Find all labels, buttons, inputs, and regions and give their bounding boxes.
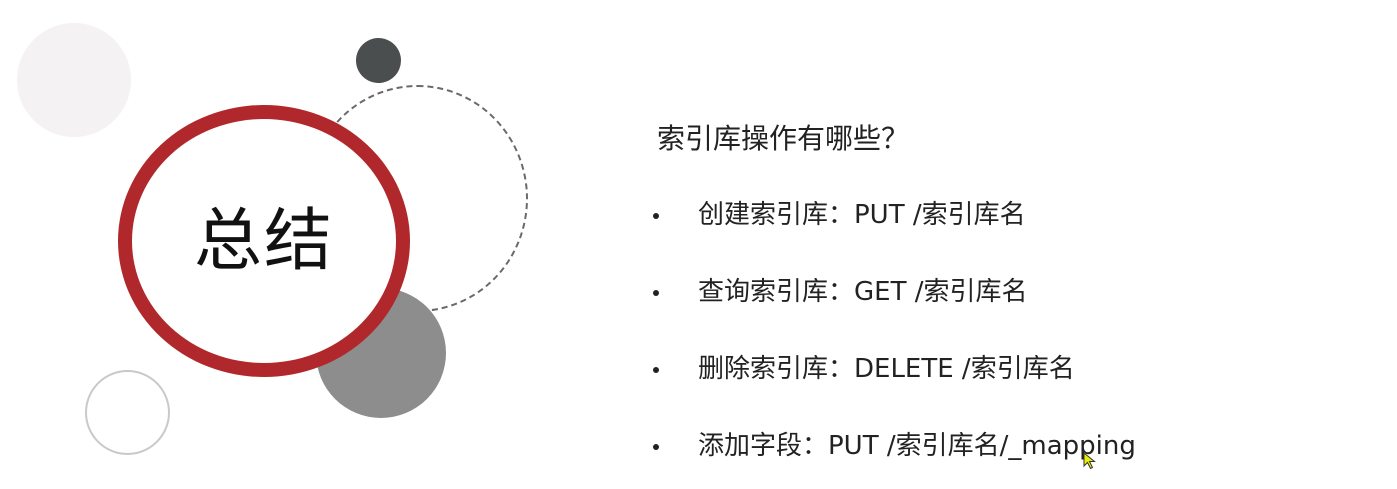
dark-gray-circle [356,38,401,83]
list-item: 查询索引库：GET /索引库名 [653,272,1136,349]
question-heading: 索引库操作有哪些？ [657,122,910,155]
bullet-dot-icon [653,367,659,373]
list-item: 删除索引库：DELETE /索引库名 [653,349,1136,426]
outline-circle [85,370,170,455]
mouse-pointer-icon [1083,452,1096,470]
bullet-list: 创建索引库：PUT /索引库名 查询索引库：GET /索引库名 删除索引库：DE… [653,195,1136,489]
bullet-dot-icon [653,444,659,450]
list-item-text: 添加字段：PUT /索引库名/_mapping [698,431,1136,461]
list-item-text: 查询索引库：GET /索引库名 [698,277,1028,307]
slide-title: 总结 [193,201,334,281]
list-item-text: 创建索引库：PUT /索引库名 [698,200,1026,230]
list-item-text: 删除索引库：DELETE /索引库名 [698,354,1075,384]
list-item: 添加字段：PUT /索引库名/_mapping [653,426,1136,489]
list-item: 创建索引库：PUT /索引库名 [653,195,1136,272]
light-gray-circle [17,23,131,137]
red-ring-circle: 总结 [118,105,410,377]
bullet-dot-icon [653,213,659,219]
slide: 总结 索引库操作有哪些？ 创建索引库：PUT /索引库名 查询索引库：GET /… [0,0,1397,489]
bullet-dot-icon [653,290,659,296]
